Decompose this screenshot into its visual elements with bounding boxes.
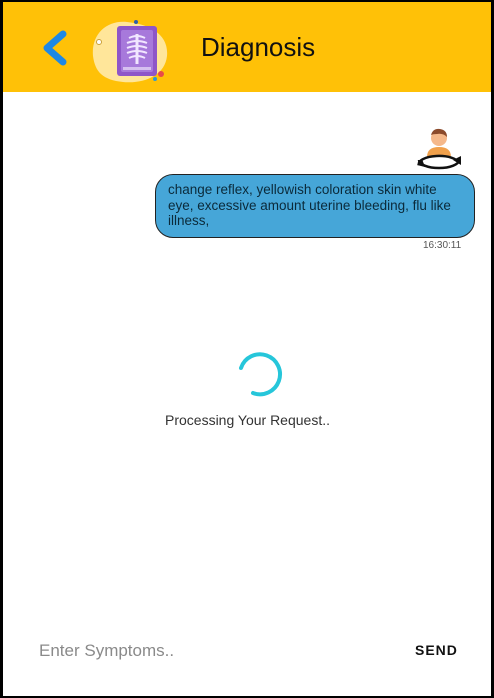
user-message-bubble: change reflex, yellowish coloration skin… xyxy=(155,174,475,238)
send-button[interactable]: SEND xyxy=(415,642,458,658)
app-header: Diagnosis xyxy=(3,2,491,92)
back-button[interactable] xyxy=(35,28,75,68)
message-text: change reflex, yellowish coloration skin… xyxy=(168,182,451,228)
symptoms-input[interactable] xyxy=(37,640,341,662)
app-screen: Diagnosis change reflex, yellowish color… xyxy=(0,0,494,698)
processing-status-text: Processing Your Request.. xyxy=(165,412,330,428)
loading-spinner-icon xyxy=(233,348,285,400)
chevron-left-icon xyxy=(43,30,67,66)
message-input-bar: SEND xyxy=(3,628,491,678)
message-timestamp: 16:30:11 xyxy=(423,240,462,251)
page-title: Diagnosis xyxy=(201,32,316,62)
user-avatar-icon xyxy=(413,127,465,173)
xray-chest-icon xyxy=(87,16,177,86)
